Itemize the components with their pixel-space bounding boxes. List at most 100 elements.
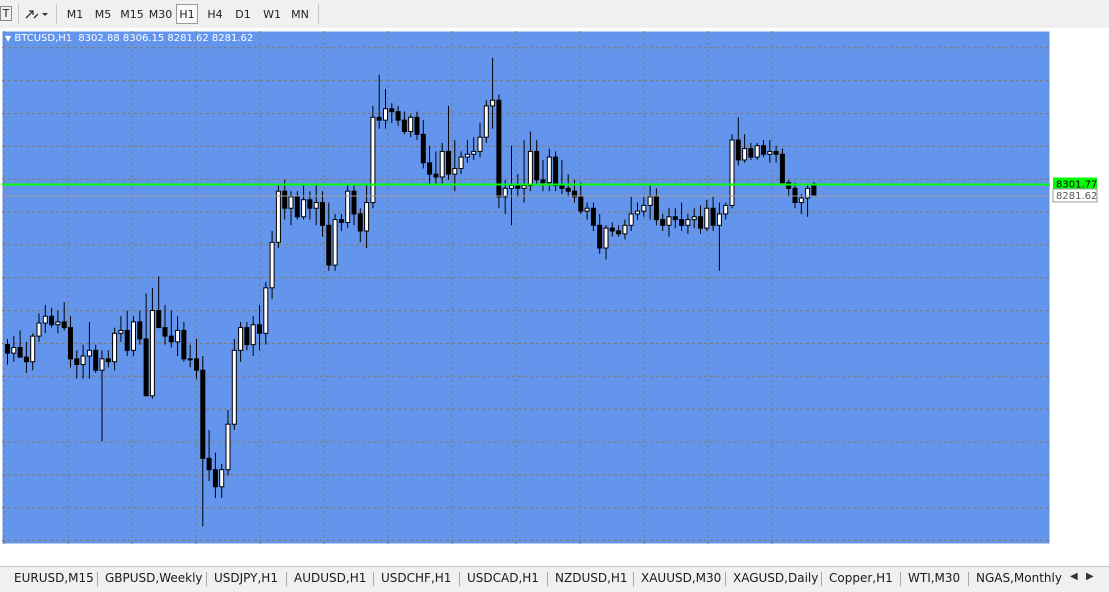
x-tick-label: 1 Oct 21:00 xyxy=(513,551,572,562)
y-tick-label: 8195.50 xyxy=(1057,241,1098,252)
x-tick-label: 27 Sep 21:00 xyxy=(129,551,196,562)
chart-header: ▼ BTCUSD,H1 8302.88 8306.15 8281.62 8281… xyxy=(5,33,253,44)
bear-candle xyxy=(68,327,73,360)
timeframe-w1-button[interactable]: W1 xyxy=(260,4,284,24)
symbol-tab[interactable]: USDCAD,H1 xyxy=(467,571,539,587)
symbol-tab[interactable]: EURUSD,M15 xyxy=(14,571,94,587)
bear-candle xyxy=(181,329,187,360)
bear-candle xyxy=(105,358,111,363)
bull-candle xyxy=(11,346,17,354)
text-tool-icon[interactable]: T xyxy=(0,6,12,21)
bull-candle xyxy=(452,167,458,175)
timeframe-d1-button[interactable]: D1 xyxy=(232,4,254,24)
bear-candle xyxy=(748,148,754,158)
bear-candle xyxy=(17,346,23,358)
bear-candle xyxy=(61,321,67,329)
bear-candle xyxy=(565,187,571,192)
tab-divider xyxy=(459,572,460,586)
bear-candle xyxy=(93,349,99,371)
symbol-tab[interactable]: NZDUSD,H1 xyxy=(555,571,628,587)
toolbar-divider xyxy=(56,4,57,24)
bear-candle xyxy=(578,196,584,212)
bear-candle xyxy=(597,224,603,249)
symbol-tab[interactable]: Copper,H1 xyxy=(829,571,893,587)
candlestick-chart[interactable]: 8542.308484.508426.708368.908311.108253.… xyxy=(0,28,1109,566)
bear-candle xyxy=(427,162,433,175)
bear-candle xyxy=(294,196,300,218)
bull-candle xyxy=(383,108,388,121)
symbol-tab[interactable]: WTI,M30 xyxy=(908,571,960,587)
timeframe-h1-button[interactable]: H1 xyxy=(176,4,198,24)
bull-candle xyxy=(458,156,464,169)
bull-candle xyxy=(742,148,748,161)
bull-candle xyxy=(187,358,193,361)
x-tick-label: 1 Oct 13:00 xyxy=(449,551,508,562)
symbol-tab[interactable]: GBPUSD,Weekly xyxy=(105,571,203,587)
x-tick-label: 1 Oct 05:00 xyxy=(385,551,444,562)
y-tick-label: 8542.30 xyxy=(1057,44,1098,55)
bear-candle xyxy=(433,173,439,178)
bull-candle xyxy=(767,150,773,155)
chart-menu-arrow-icon[interactable]: ▼ xyxy=(5,34,11,43)
y-tick-label: 8137.70 xyxy=(1057,274,1098,285)
y-tick-label: 8079.90 xyxy=(1057,307,1098,318)
bull-candle xyxy=(471,150,477,155)
toolbar-divider xyxy=(318,4,319,24)
y-tick-label: 7906.50 xyxy=(1057,405,1098,416)
chart-window[interactable]: 8542.308484.508426.708368.908311.108253.… xyxy=(0,28,1109,566)
symbol-tab[interactable]: NGAS,Monthly xyxy=(976,571,1062,587)
tab-divider xyxy=(821,572,822,586)
x-tick-label: 27 Sep 13:00 xyxy=(65,551,132,562)
symbol-tab[interactable]: XAGUSD,Daily xyxy=(733,571,818,587)
timeframe-h4-button[interactable]: H4 xyxy=(204,4,226,24)
x-tick-label: 3 Oct 05:00 xyxy=(769,551,828,562)
y-tick-label: 8368.90 xyxy=(1057,142,1098,153)
symbol-tab[interactable]: USDCHF,H1 xyxy=(381,571,451,587)
timeframe-m1-button[interactable]: M1 xyxy=(64,4,86,24)
bull-candle xyxy=(231,349,237,425)
scroll-left-icon[interactable]: ◀ xyxy=(1070,571,1078,582)
bear-candle xyxy=(376,116,382,121)
symbol-tab[interactable]: USDJPY,H1 xyxy=(214,571,278,587)
bull-candle xyxy=(685,219,691,226)
tab-divider xyxy=(900,572,901,586)
tab-divider xyxy=(286,572,287,586)
bull-candle xyxy=(635,210,640,215)
bull-candle xyxy=(238,327,244,351)
bull-candle xyxy=(408,116,414,133)
bear-candle xyxy=(515,185,521,189)
line-tool-icon[interactable] xyxy=(24,4,50,24)
bull-candle xyxy=(263,287,269,334)
bear-candle xyxy=(679,219,685,226)
bear-candle xyxy=(710,207,716,226)
y-tick-label: 7677.00 xyxy=(1057,537,1098,548)
timeframe-m15-button[interactable]: M15 xyxy=(119,4,145,24)
bear-candle xyxy=(653,196,659,221)
bear-candle xyxy=(49,315,55,326)
bull-candle xyxy=(313,202,319,209)
bull-candle xyxy=(370,116,376,204)
tab-divider xyxy=(206,572,207,586)
chart-symbol: BTCUSD,H1 xyxy=(14,33,73,44)
bull-candle xyxy=(219,469,225,488)
bear-candle xyxy=(194,358,199,371)
timeframe-m30-button[interactable]: M30 xyxy=(148,4,173,24)
bull-candle xyxy=(301,199,307,218)
bull-candle xyxy=(149,310,155,397)
symbol-tab[interactable]: XAUUSD,M30 xyxy=(641,571,721,587)
bull-candle xyxy=(131,321,136,351)
bull-candle xyxy=(269,241,275,289)
bull-candle xyxy=(521,185,527,189)
bull-candle xyxy=(80,355,86,366)
bull-candle xyxy=(250,324,256,346)
timeframe-m5-button[interactable]: M5 xyxy=(92,4,114,24)
bear-candle xyxy=(257,324,262,334)
scroll-right-icon[interactable]: ▶ xyxy=(1086,571,1094,582)
bull-candle xyxy=(439,150,445,178)
y-tick-label: 8426.70 xyxy=(1057,110,1098,121)
bull-candle xyxy=(628,213,634,226)
timeframe-mn-button[interactable]: MN xyxy=(288,4,312,24)
symbol-tab[interactable]: AUDUSD,H1 xyxy=(294,571,366,587)
tab-divider xyxy=(725,572,726,586)
bull-candle xyxy=(112,332,118,363)
